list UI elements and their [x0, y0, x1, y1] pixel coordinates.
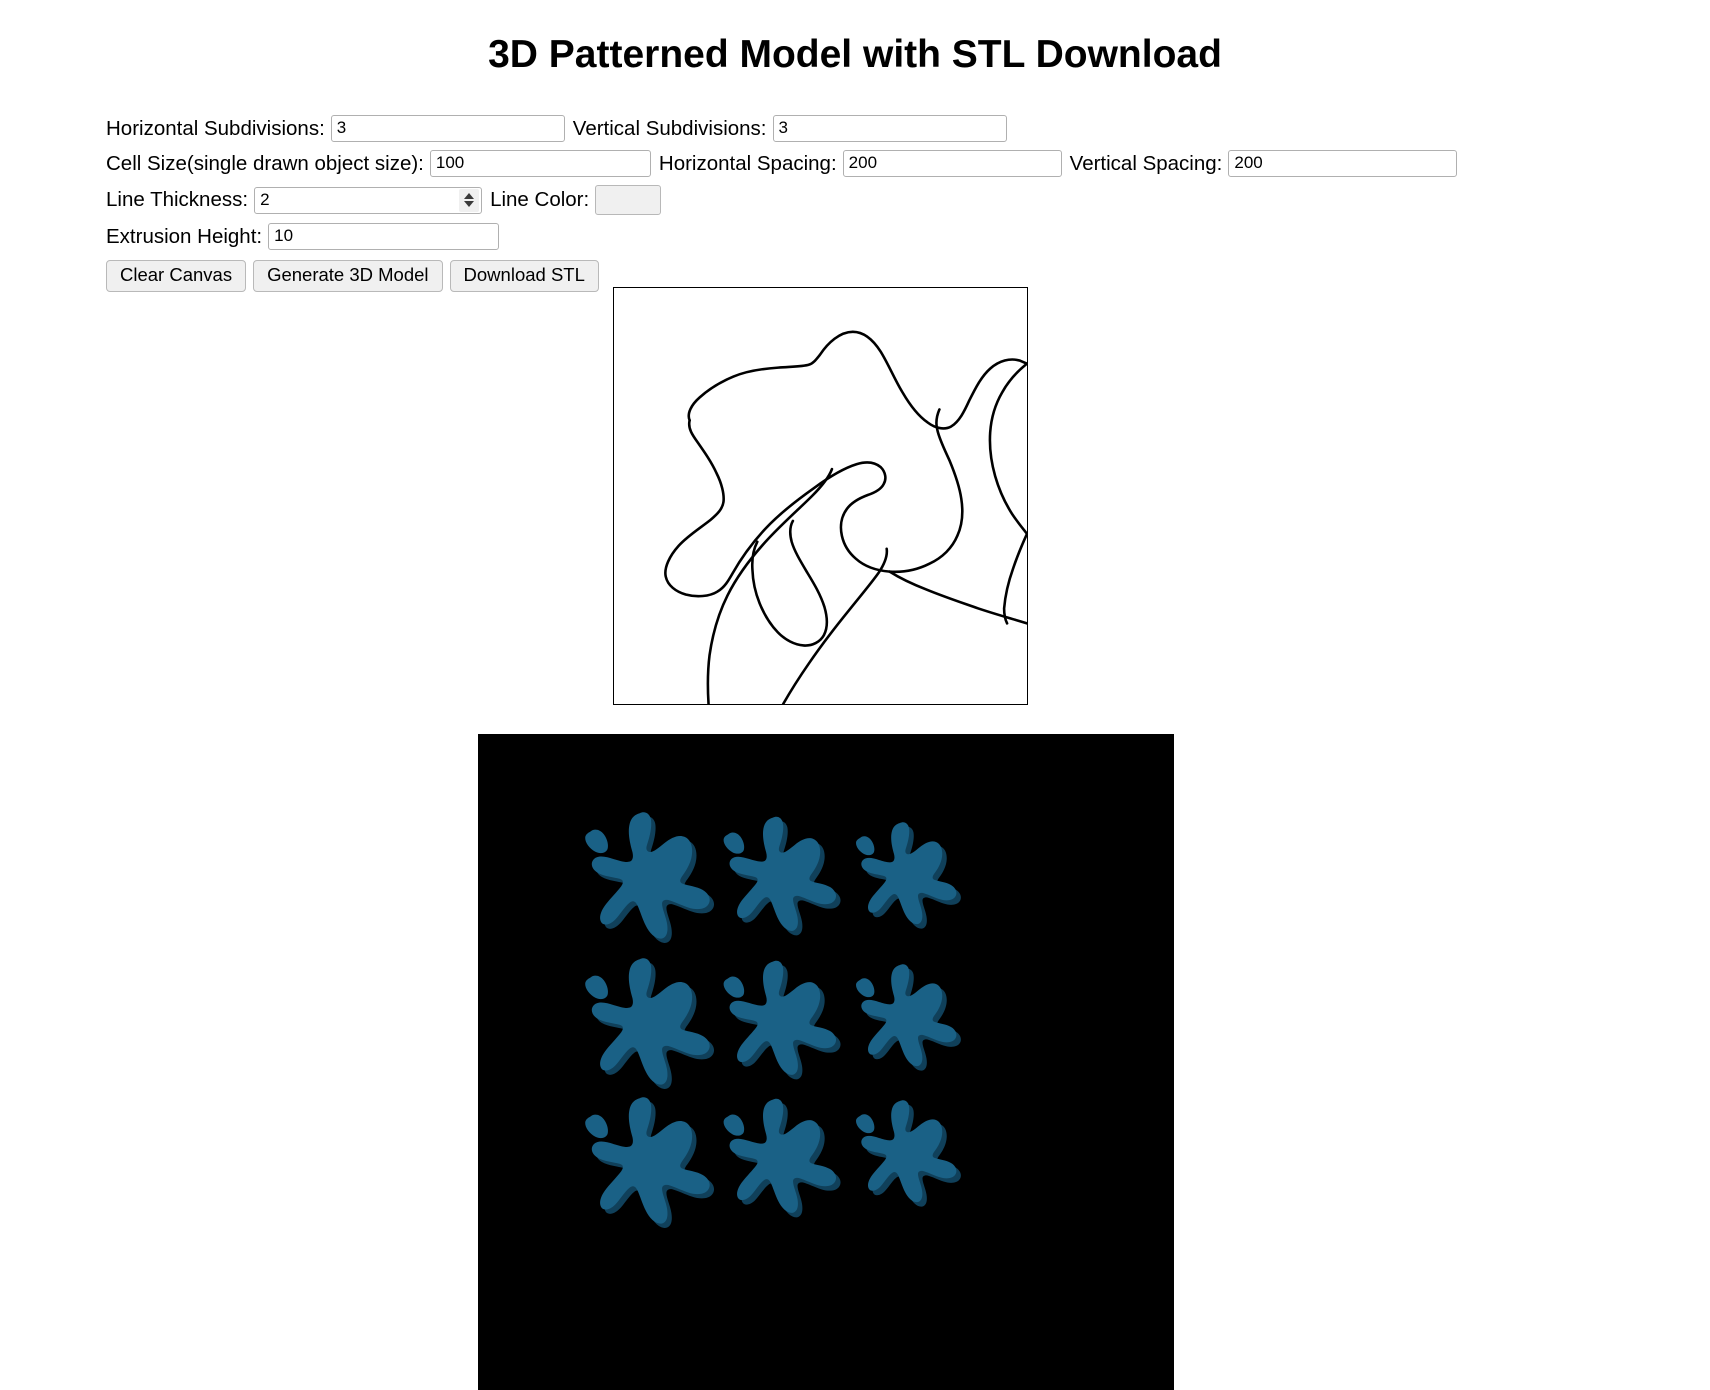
three-d-viewport[interactable] — [478, 734, 1174, 1390]
controls-row-extrusion: Extrusion Height: — [106, 223, 1666, 250]
generate-3d-model-button[interactable]: Generate 3D Model — [253, 260, 443, 292]
spinner-buttons[interactable] — [459, 188, 480, 212]
horizontal-subdivisions-input[interactable] — [330, 115, 565, 142]
chevron-down-icon[interactable] — [464, 201, 475, 207]
controls-row-line: Line Thickness: Line Color: — [106, 185, 1666, 215]
controls-row-sizing: Cell Size(single drawn object size): Hor… — [106, 150, 1666, 177]
line-thickness-label: Line Thickness: — [106, 188, 249, 211]
vertical-subdivisions-input[interactable] — [772, 115, 1007, 142]
horizontal-spacing-input[interactable] — [842, 150, 1062, 177]
cell-size-label: Cell Size(single drawn object size): — [106, 151, 424, 175]
vertical-spacing-label: Vertical Spacing: — [1069, 151, 1223, 175]
clear-canvas-button[interactable]: Clear Canvas — [106, 260, 247, 292]
cell-size-input[interactable] — [429, 150, 651, 177]
vertical-spacing-input[interactable] — [1228, 150, 1458, 177]
app-root: 3D Patterned Model with STL Download Hor… — [0, 0, 1710, 1390]
drawn-shape-outline — [664, 330, 1027, 704]
three-d-model-render — [478, 734, 1174, 1390]
page-title: 3D Patterned Model with STL Download — [488, 33, 1222, 76]
drawing-canvas[interactable] — [613, 287, 1028, 705]
horizontal-spacing-label: Horizontal Spacing: — [658, 151, 837, 175]
vertical-subdivisions-label: Vertical Subdivisions: — [572, 116, 767, 140]
line-thickness-stepper[interactable] — [254, 186, 483, 214]
line-color-label: Line Color: — [490, 188, 590, 211]
download-stl-button[interactable]: Download STL — [449, 260, 599, 292]
horizontal-subdivisions-label: Horizontal Subdivisions: — [106, 116, 325, 140]
controls-row-subdivisions: Horizontal Subdivisions: Vertical Subdiv… — [106, 115, 1666, 142]
chevron-up-icon[interactable] — [464, 193, 475, 199]
extrusion-height-input[interactable] — [268, 223, 500, 250]
line-thickness-input[interactable] — [254, 186, 483, 214]
line-color-picker[interactable] — [595, 185, 662, 215]
extrusion-height-label: Extrusion Height: — [106, 224, 263, 248]
controls-panel: Horizontal Subdivisions: Vertical Subdiv… — [106, 115, 1666, 292]
